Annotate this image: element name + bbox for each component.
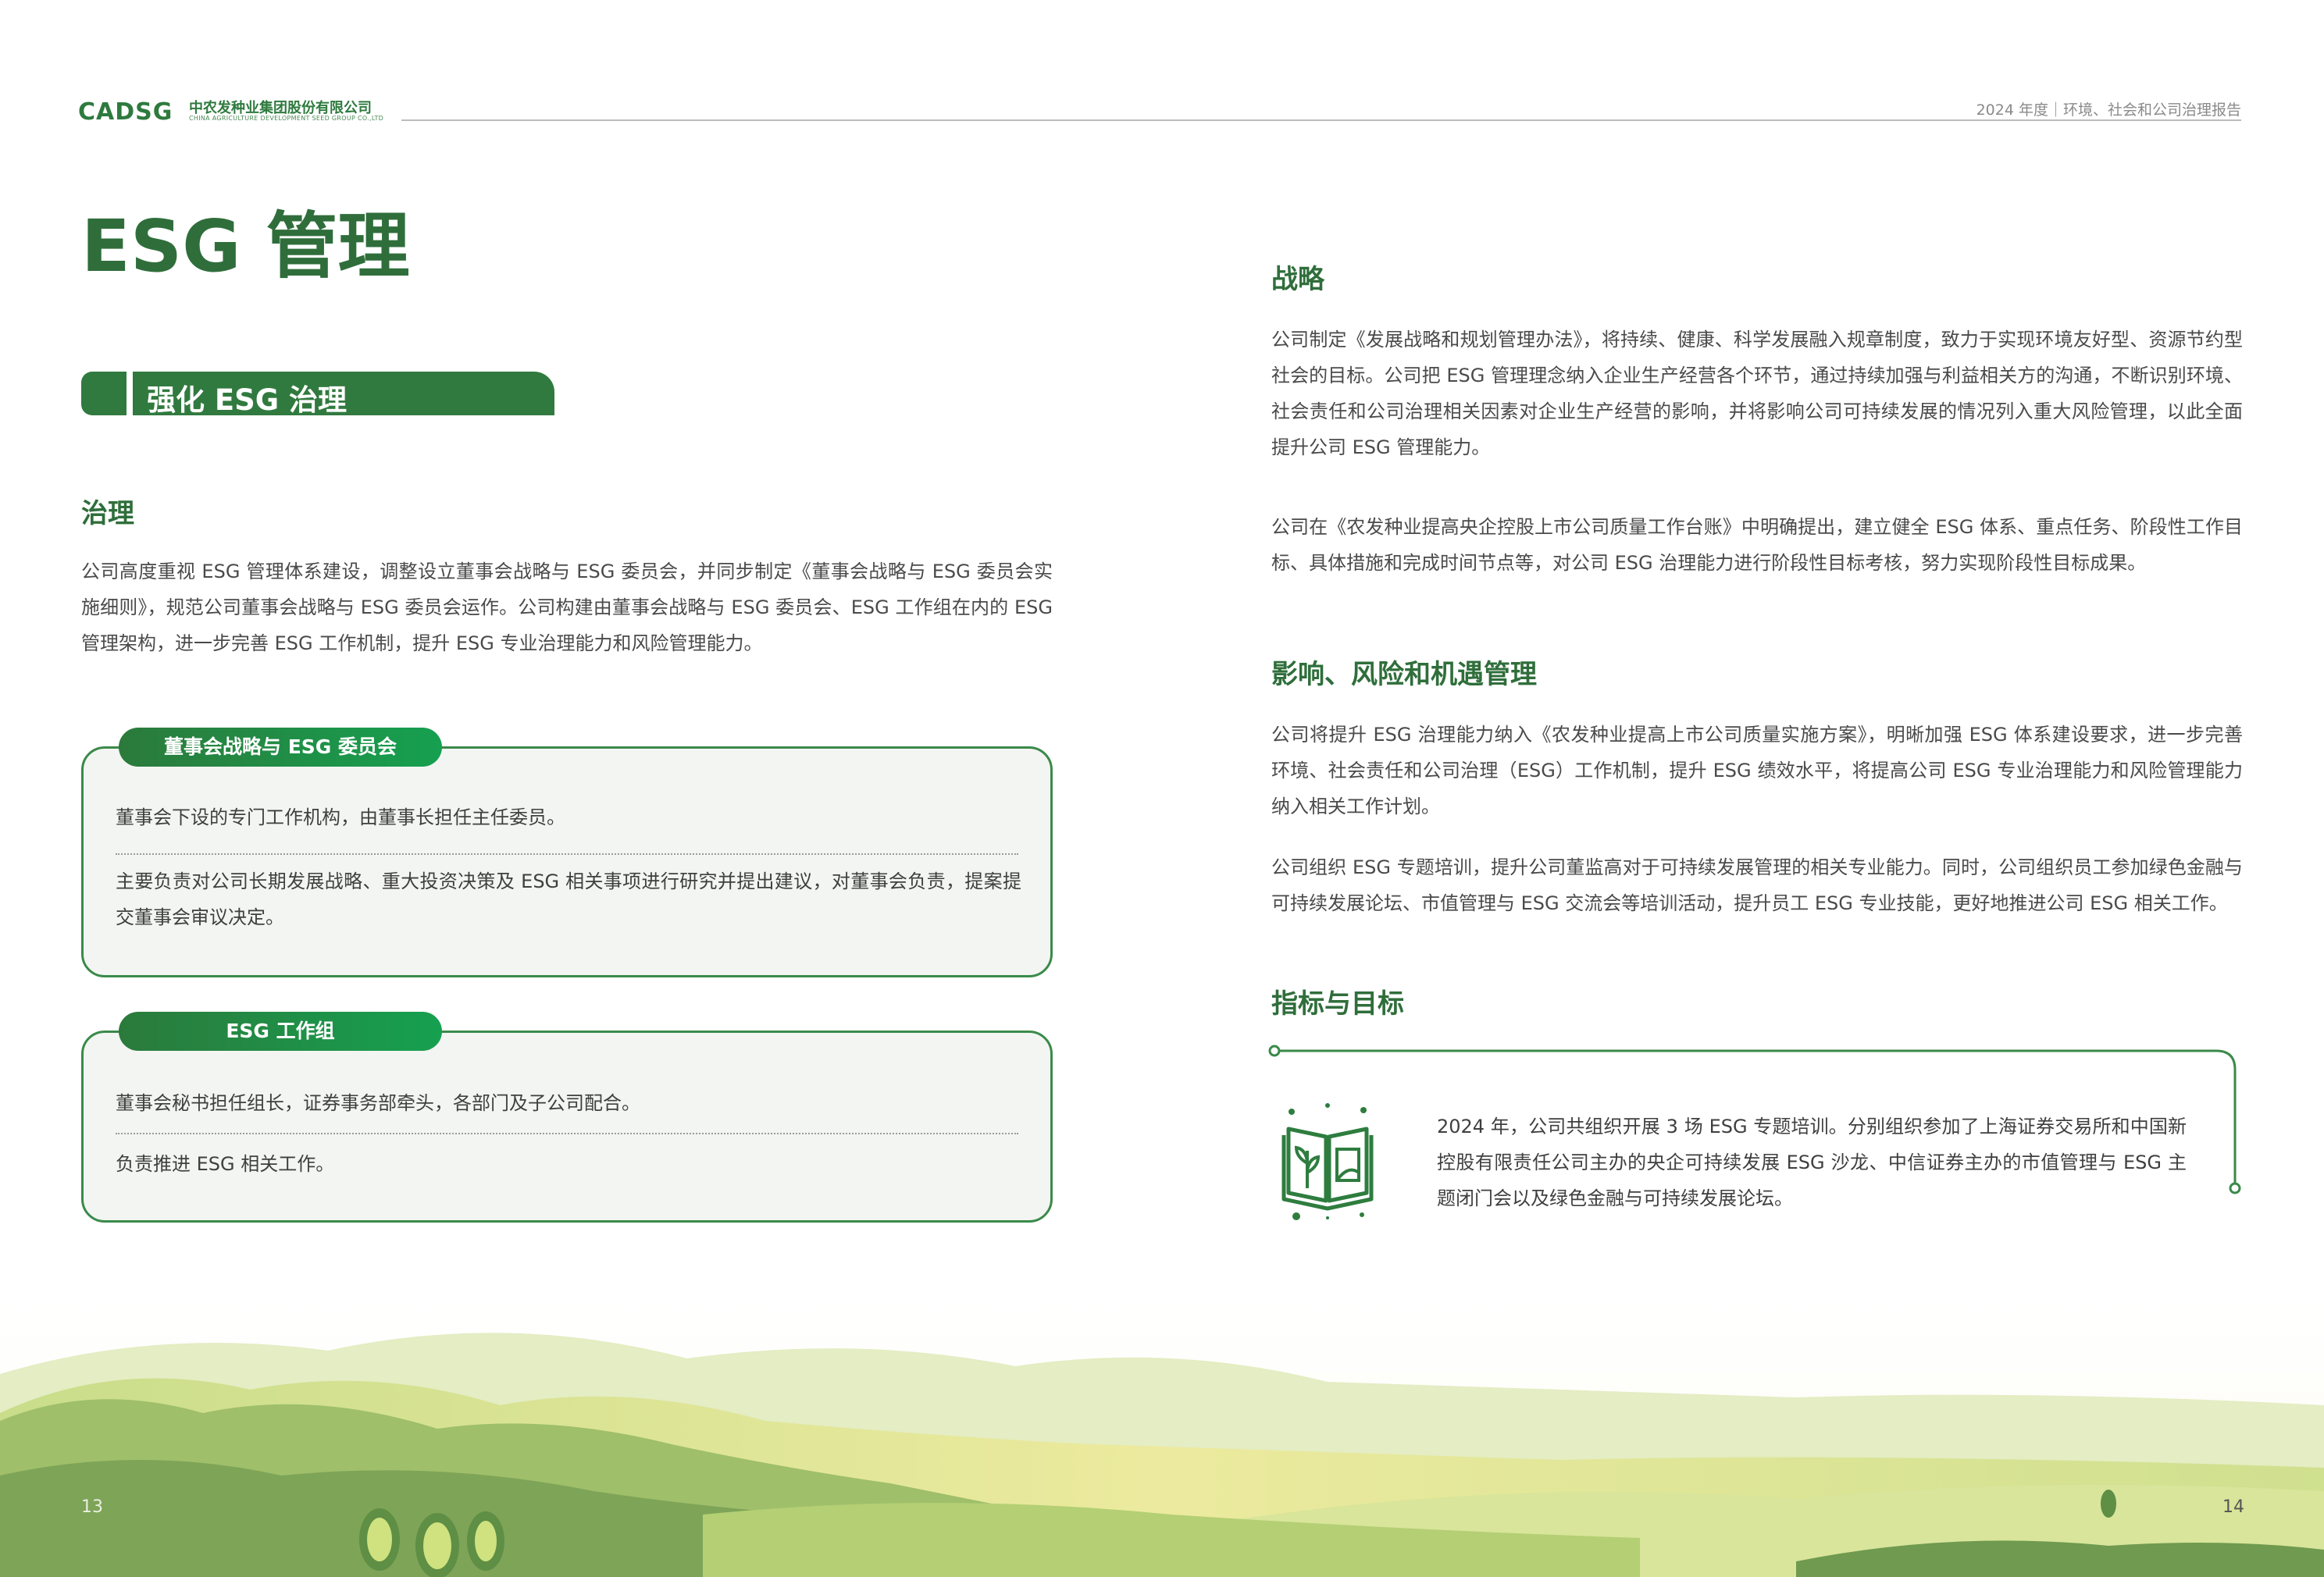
impact-paragraph-1: 公司将提升 ESG 治理能力纳入《农发种业提高上市公司质量实施方案》，明晰加强 … (1271, 724, 2243, 817)
committee-line-1: 董事会下设的专门工作机构，由董事长担任主任委员。 (116, 806, 565, 828)
company-name-en: CHINA AGRICULTURE DEVELOPMENT SEED GROUP… (189, 115, 384, 122)
report-title: 2024 年度｜环境、社会和公司治理报告 (1976, 101, 2241, 119)
strategy-heading: 战略 (1271, 264, 1324, 295)
governance-paragraph: 公司高度重视 ESG 管理体系建设，调整设立董事会战略与 ESG 委员会，并同步… (81, 561, 1053, 654)
working-group-line-1: 董事会秘书担任组长，证券事务部牵头，各部门及子公司配合。 (116, 1092, 640, 1114)
strategy-paragraph-1: 公司制定《发展战略和规划管理办法》，将持续、健康、科学发展融入规章制度，致力于实… (1271, 329, 2243, 458)
working-group-line-2: 负责推进 ESG 相关工作。 (116, 1153, 335, 1175)
committee-line-2: 主要负责对公司长期发展战略、重大投资决策及 ESG 相关事项进行研究并提出建议，… (116, 870, 1021, 928)
committee-divider (116, 853, 1018, 855)
working-group-panel (81, 1031, 1053, 1223)
strategy-paragraph-2: 公司在《农发种业提高央企控股上市公司质量工作台账》中明确提出，建立健全 ESG … (1271, 516, 2243, 574)
banner-label: 强化 ESG 治理 (147, 383, 348, 417)
section-banner: 强化 ESG 治理 (81, 372, 554, 417)
header-divider (401, 119, 2241, 121)
logo-mark: CADSG (78, 98, 173, 126)
page-title: ESG 管理 (81, 205, 410, 288)
working-group-divider (116, 1133, 1018, 1134)
working-group-label: ESG 工作组 (119, 1012, 442, 1051)
impact-paragraph-2: 公司组织 ESG 专题培训，提升公司董监高对于可持续发展管理的相关专业能力。同时… (1271, 856, 2243, 914)
training-book-icon (1281, 1103, 1374, 1220)
page-number-right: 14 (2222, 1497, 2244, 1517)
metrics-heading: 指标与目标 (1271, 988, 1404, 1020)
governance-heading: 治理 (81, 498, 134, 529)
company-logo: CADSG 中农发种业集团股份有限公司 CHINA AGRICULTURE DE… (78, 97, 390, 126)
committee-label: 董事会战略与 ESG 委员会 (119, 728, 442, 767)
committee-panel (81, 746, 1053, 977)
landscape-illustration (0, 1280, 2324, 1577)
impact-heading: 影响、风险和机遇管理 (1271, 659, 1537, 690)
banner-chip (81, 372, 127, 415)
page-number-left: 13 (81, 1497, 103, 1517)
metrics-paragraph: 2024 年，公司共组织开展 3 场 ESG 专题培训。分别组织参加了上海证券交… (1437, 1116, 2187, 1209)
